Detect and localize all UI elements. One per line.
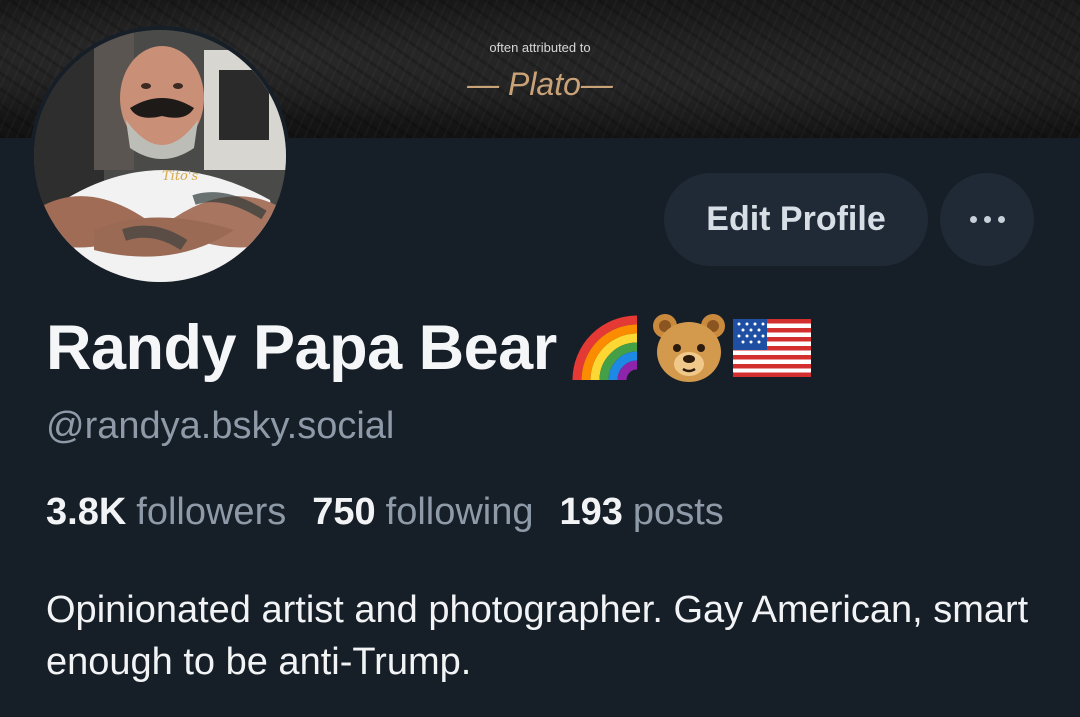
posts-count: 193: [559, 491, 623, 533]
rainbow-emoji: [572, 315, 638, 381]
followers-count[interactable]: 3.8K: [46, 491, 126, 534]
bear-face-emoji: [652, 314, 725, 382]
profile-handle: @randya.bsky.social: [46, 405, 395, 447]
avatar-photo: Tito's: [34, 30, 286, 282]
following-label[interactable]: following: [386, 491, 534, 534]
banner-quote-author: — Plato—: [467, 66, 613, 102]
svg-text:Tito's: Tito's: [162, 169, 198, 184]
more-options-button[interactable]: [940, 173, 1034, 266]
posts-label: posts: [632, 491, 724, 533]
display-name: Randy Papa Bear: [46, 313, 557, 383]
banner-quote-attribution: often attributed to: [489, 40, 591, 55]
followers-label[interactable]: followers: [136, 491, 286, 534]
ellipsis-icon: [969, 216, 1005, 223]
profile-stats: 3.8K followers 750 following 193 posts: [46, 491, 750, 534]
following-count[interactable]: 750: [312, 491, 375, 534]
avatar[interactable]: Tito's: [30, 26, 290, 286]
display-name-row: Randy Papa Bear: [46, 312, 811, 384]
edit-profile-button[interactable]: Edit Profile: [664, 173, 928, 266]
name-emojis: [571, 312, 811, 384]
us-flag-emoji: [732, 319, 811, 377]
profile-bio: Opinionated artist and photographer. Gay…: [46, 589, 1029, 683]
